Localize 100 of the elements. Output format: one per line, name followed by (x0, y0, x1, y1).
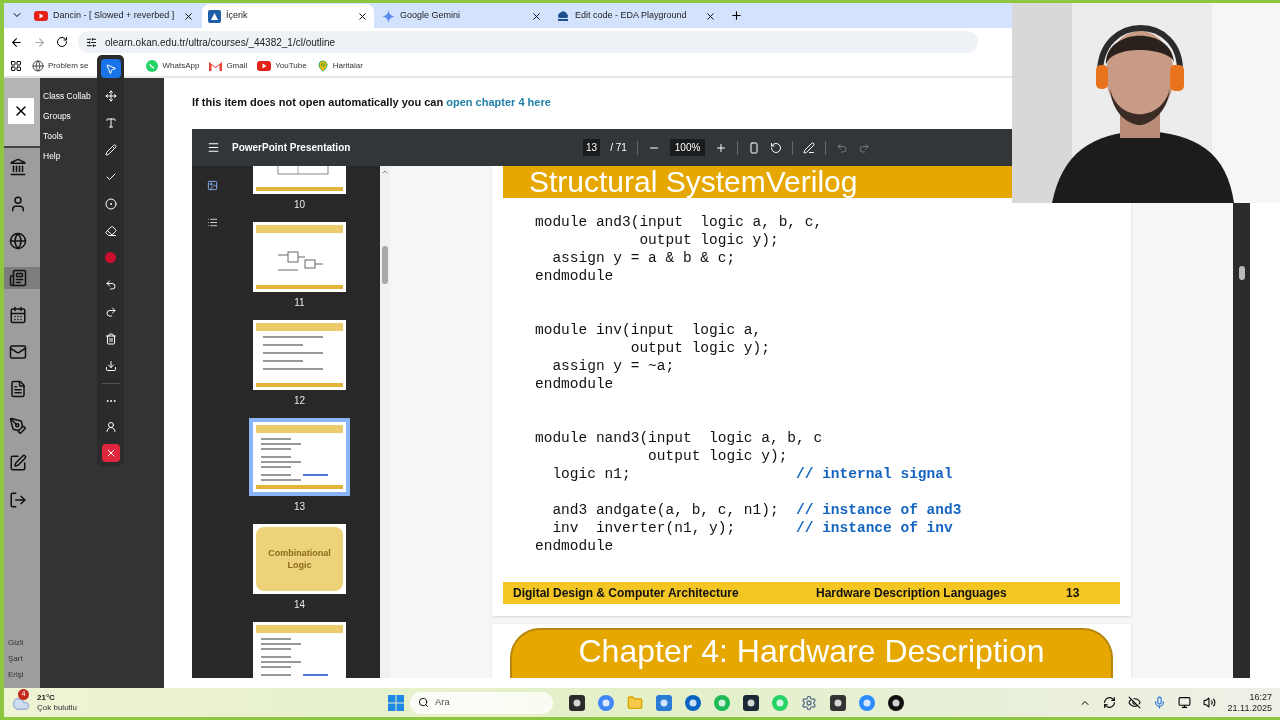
fit-page-button[interactable] (748, 141, 761, 154)
footer-page-number: 13 (1066, 585, 1080, 602)
scroll-up-icon[interactable] (381, 168, 389, 176)
app-icon[interactable] (888, 694, 904, 711)
close-icon[interactable] (357, 10, 368, 22)
nav-rail-item[interactable] (4, 267, 40, 289)
move-icon (104, 89, 117, 102)
microphone-icon[interactable] (1152, 696, 1166, 709)
slide-title: Chapter 4: Hardware Description (578, 633, 1045, 671)
tab-title: Dancin - [ Slowed + reverbed ] (53, 9, 176, 23)
search-field[interactable]: Ara (410, 691, 553, 714)
code-line: output logic y); (647, 447, 789, 465)
footer-chapter: Hardware Description Languages (816, 585, 1008, 602)
undo-icon (104, 278, 117, 291)
code-line: inv inverter(n1, y); // instance of inv (551, 519, 954, 537)
footer-link[interactable]: Şart (8, 653, 40, 664)
scrollbar[interactable] (380, 166, 390, 678)
page-number: 11 (294, 297, 305, 309)
edit-icon (9, 454, 27, 472)
page-count: / 71 (610, 141, 627, 155)
app-icon[interactable] (830, 694, 846, 711)
page-number: 12 (293, 395, 306, 407)
video-icon (34, 11, 48, 21)
globe-icon (9, 232, 27, 250)
map-pin-icon (316, 60, 329, 72)
code-line: and3 andgate(a, b, c, n1); // instance of and3 (551, 501, 963, 519)
document-title: PowerPoint Presentation (232, 141, 351, 155)
slide-thumbnail[interactable] (253, 622, 346, 678)
close-icon[interactable] (183, 10, 194, 22)
star-icon (382, 9, 395, 23)
browser-tab[interactable]: Google Gemini (376, 4, 548, 28)
eye-off-icon[interactable] (1127, 696, 1141, 709)
page-number: 14 (293, 599, 306, 611)
menu-item[interactable]: Groups (43, 110, 71, 122)
network-icon[interactable] (1177, 696, 1191, 709)
browser-tab[interactable]: İçerik (202, 4, 374, 28)
reload-button[interactable] (56, 36, 68, 48)
menu-icon[interactable] (207, 141, 220, 154)
scroll-thumb[interactable] (382, 246, 388, 284)
apps-icon[interactable] (10, 60, 22, 72)
bookmark[interactable]: WhatsApp (146, 60, 200, 72)
volume-icon[interactable] (1202, 696, 1216, 709)
new-tab-button[interactable] (730, 9, 743, 22)
menu-item[interactable]: Class Collab (43, 90, 91, 102)
address-field[interactable]: olearn.okan.edu.tr/ultra/courses/_44382_1/cl/outline (78, 31, 978, 53)
sync-icon[interactable] (1102, 696, 1116, 709)
slide-thumbnail[interactable] (253, 222, 346, 292)
bookmark[interactable]: YouTube (257, 60, 307, 72)
menu-item[interactable]: Tools (43, 130, 63, 142)
slide-thumbnail[interactable] (249, 418, 350, 496)
rotate-button[interactable] (770, 141, 783, 154)
pencil-icon (104, 143, 117, 156)
settings-icon[interactable] (801, 694, 817, 711)
bank-icon (9, 158, 27, 176)
scroll-thumb[interactable] (1238, 266, 1245, 280)
download-icon (104, 359, 117, 372)
image-icon[interactable] (206, 180, 218, 191)
document-icon (9, 380, 27, 398)
code-line: endmodule (535, 537, 615, 555)
url-text: olearn.okan.edu.tr/ultra/courses/_44382_1/cl/outline (105, 35, 336, 50)
draw-button[interactable] (803, 141, 816, 154)
eraser-icon (104, 224, 117, 237)
menu-item[interactable]: Help (43, 150, 61, 162)
bookmark[interactable]: Gmail (209, 60, 248, 72)
zoom-in-button[interactable] (715, 141, 728, 154)
logout-icon (9, 491, 27, 509)
app-icon[interactable] (569, 694, 585, 711)
color-swatch[interactable] (105, 252, 116, 263)
chapter-link[interactable]: open chapter 4 here (446, 96, 551, 108)
start-icon[interactable] (388, 694, 404, 711)
tab-title: Edit code - EDA Playground (575, 9, 688, 23)
pointer-tool[interactable] (100, 59, 121, 78)
app-icon[interactable] (743, 694, 759, 711)
clock[interactable]: 16:27 21.11.2025 (1227, 691, 1272, 714)
close-button[interactable] (8, 98, 34, 124)
footer-link[interactable]: Gizli (8, 637, 40, 648)
close-tool[interactable] (101, 444, 120, 462)
course-icon (208, 9, 221, 23)
bookmark[interactable]: Problem se (32, 60, 89, 72)
back-button[interactable] (10, 35, 23, 49)
list-icon[interactable] (206, 217, 218, 228)
site-info-icon[interactable] (86, 36, 97, 48)
code-line: endmodule (535, 375, 615, 393)
slide-thumbnail[interactable] (253, 320, 346, 390)
code-line: assign y = a & b & c; (551, 249, 737, 267)
page-field[interactable]: 13 (583, 139, 601, 156)
bookmark[interactable]: Haritalar (316, 60, 363, 72)
temperature: 21°C (37, 692, 56, 703)
cloud-icon (556, 10, 570, 22)
browser-tab[interactable]: Dancin - [ Slowed + reverbed ] (28, 4, 200, 28)
browser-tab[interactable]: Edit code - EDA Playground (550, 4, 722, 28)
user-icon (9, 195, 27, 213)
zoom-field[interactable]: 100% (669, 139, 706, 156)
globe-icon (32, 60, 44, 72)
close-icon[interactable] (705, 10, 716, 22)
slide-thumbnail[interactable]: Combinational Logic (253, 524, 346, 594)
close-icon[interactable] (531, 10, 542, 22)
code-line: module nand3(input logic a, b, c (535, 429, 824, 447)
code-line: assign y = ~a; (551, 357, 676, 375)
footer-link[interactable]: Erişi (8, 669, 40, 680)
